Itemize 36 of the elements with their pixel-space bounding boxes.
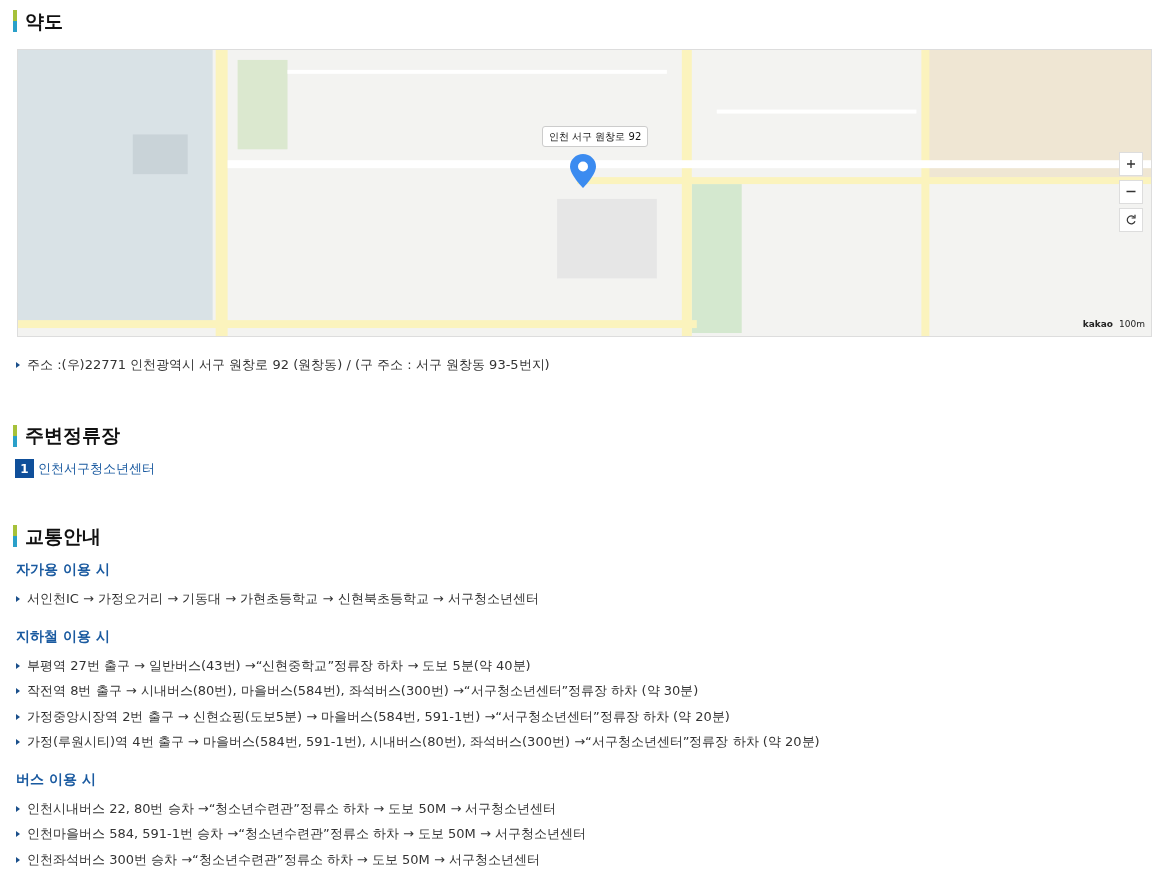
section-title: 교통안내 [25, 524, 101, 548]
list-text: 가정(루원시티)역 4번 출구 → 마을버스(584번, 591-1번), 시내버스(80번), 좌석버스(300번) →“서구청소년센터”정류장 하차 (약 20분) [27, 733, 820, 752]
heading-bar [13, 10, 17, 33]
section-title: 주변정류장 [25, 424, 120, 448]
marker-label: 인천 서구 원창로 92 [542, 125, 649, 147]
scale-label: 100m [1119, 318, 1145, 332]
bullet-icon [16, 805, 20, 812]
list-text: 인천마을버스 584, 591-1번 승차 →“청소년수련관”정류소 하차 → 도보 50M → 서구청소년센터 [27, 825, 586, 844]
bullet-icon [16, 662, 20, 669]
bullet-icon [16, 361, 20, 368]
bullet-icon [16, 596, 20, 603]
map-logo: kakao [1082, 318, 1114, 332]
refresh-button[interactable] [1119, 207, 1143, 232]
heading-bar [13, 525, 17, 547]
bullet-icon [16, 739, 20, 746]
zoom-out-icon [1125, 190, 1137, 194]
subsection-title: 자가용 이용 시 [16, 560, 111, 580]
bullet-icon [16, 713, 20, 720]
heading-bar [13, 424, 17, 447]
list-text: 가정중앙시장역 2번 출구 → 신현쇼핑(도보5분) → 마을버스(584번, 591-1번) →“서구청소년센터”정류장 하차 (약 20분) [27, 707, 730, 726]
map-pin-icon [570, 153, 596, 188]
bullet-icon [16, 688, 20, 695]
list-text: 부평역 27번 출구 → 일반버스(43번) →“신현중학교”정류장 하차 → 도보 5분(약 40분) [27, 656, 531, 675]
subsection-title: 지하철 이용 시 [16, 626, 111, 646]
subsection-title: 버스 이용 시 [16, 769, 97, 789]
list-text: 인천시내버스 22, 80번 승차 →“청소년수련관”정류소 하차 → 도보 50M → 서구청소년센터 [27, 799, 557, 818]
stop-link[interactable]: 인천서구청소년센터 [38, 459, 155, 479]
zoom-in-button[interactable] [1119, 151, 1143, 176]
bullet-icon [16, 856, 20, 863]
section-title: 약도 [25, 10, 63, 33]
list-text: 서인천IC → 가정오거리 → 기동대 → 가현초등학교 → 신현북초등학교 → 서구청소년센터 [27, 590, 539, 609]
bullet-icon [16, 831, 20, 838]
list-text: 주소 :(우)22771 인천광역시 서구 원창로 92 (원창동) / (구 주소 : 서구 원창동 93-5번지) [27, 355, 550, 374]
list-text: 인천좌석버스 300번 승차 →“청소년수련관”정류소 하차 → 도보 50M → 서구청소년센터 [27, 850, 540, 869]
stop-number: 1 [15, 459, 34, 479]
list-text: 작전역 8번 출구 → 시내버스(80번), 마을버스(584번), 좌석버스(300번) →“서구청소년센터”정류장 하차 (약 30분) [27, 682, 699, 701]
